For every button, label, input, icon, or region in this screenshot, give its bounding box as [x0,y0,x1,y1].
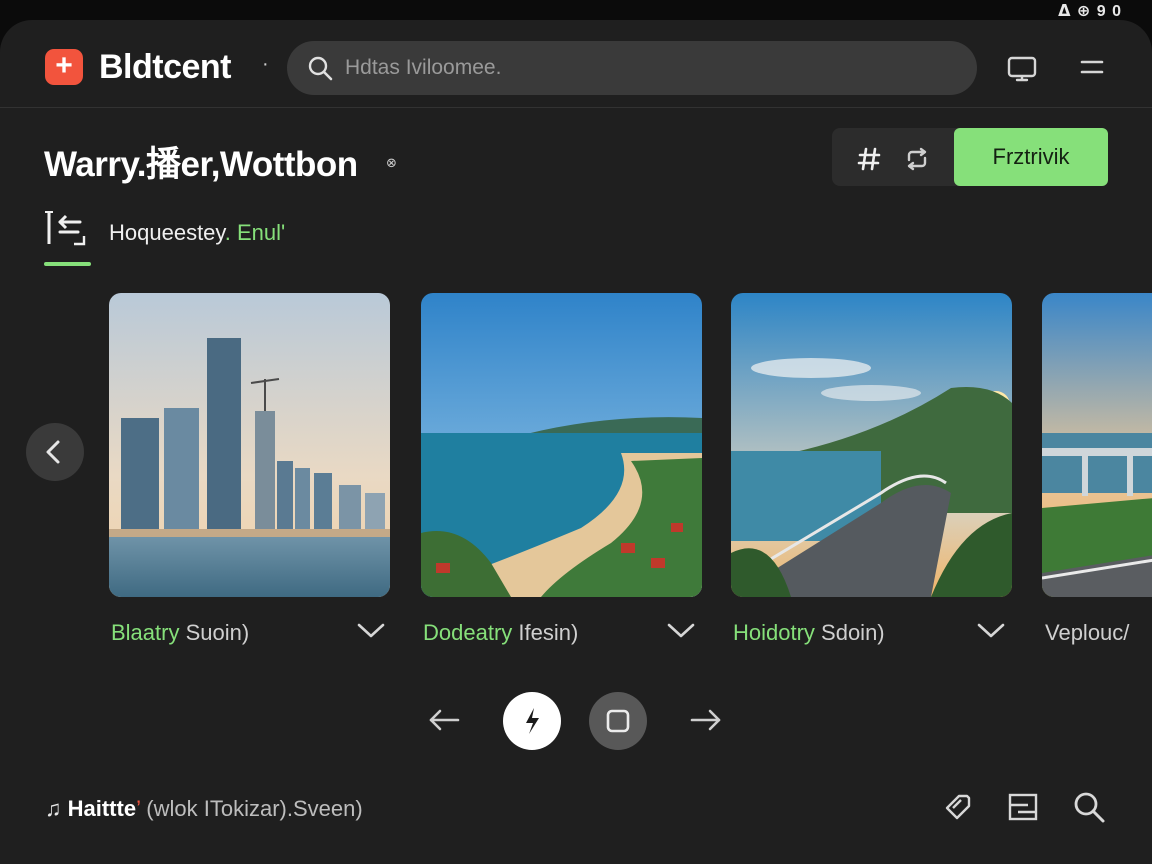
chevron-down-icon[interactable] [356,620,386,642]
music-note-icon: ♫ [45,796,62,821]
status-icons: ᐃ ⊕ 9 0 [1058,3,1122,20]
pager-square-button[interactable] [589,692,647,750]
city-skyline-photo [109,293,390,597]
hashtag-icon[interactable] [856,146,882,172]
square-icon [606,709,630,733]
search-icon [308,56,333,81]
search-icon[interactable] [1072,790,1106,824]
brand-separator: · [262,53,269,75]
destination-card-bridge[interactable] [1042,293,1152,597]
chevron-down-icon[interactable] [666,620,696,642]
repeat-icon[interactable] [904,146,930,172]
coastal-road-photo [731,293,1012,597]
tab-active-indicator [44,262,91,266]
card-title[interactable]: Blaatry Suoin) [111,620,249,646]
card-title[interactable]: Dodeatry Ifesin) [423,620,578,646]
carousel-prev-button[interactable] [26,423,84,481]
destination-card-city[interactable] [109,293,390,597]
app-panel: + Bldtcent · Warry.播er,Wottbon ⊗ [0,20,1152,864]
menu-icon[interactable] [1076,52,1108,84]
search-bar[interactable] [287,41,977,95]
layout-panel-icon[interactable] [1006,790,1040,824]
edit-tag-icon[interactable] [941,790,975,824]
tab-label: Hoqueestey. Enul' [109,220,286,245]
search-input[interactable] [345,41,945,95]
app-header: + Bldtcent · [0,20,1152,108]
card-title[interactable]: Veplouc/ [1045,620,1129,646]
card-title[interactable]: Hoidotry Sdoin) [733,620,885,646]
chevron-left-icon [46,440,60,464]
chevron-down-icon[interactable] [976,620,1006,642]
bridge-sunset-photo [1042,293,1152,597]
destination-card-beach[interactable] [421,293,702,597]
title-info-icon[interactable]: ⊗ [386,155,397,171]
pager-active-button[interactable] [503,692,561,750]
arrow-left-icon[interactable] [427,706,461,734]
beach-bay-photo [421,293,702,597]
footer-note: ♫ Haittte’ (wlok ITokizar).Sveen) [45,796,363,821]
primary-action-button[interactable]: Frztrivik [954,128,1108,186]
destination-card-coastal-road[interactable] [731,293,1012,597]
arrow-right-icon[interactable] [689,706,723,734]
action-toolbar: Frztrivik [832,128,1108,186]
cast-screen-icon[interactable] [1006,52,1038,84]
swap-filter-icon [45,211,86,246]
bolt-icon [526,708,539,734]
plus-logo-icon[interactable]: + [45,49,83,85]
system-status-bar: ᐃ ⊕ 9 0 [0,0,1152,22]
page-title: Warry.播er,Wottbon [44,145,358,184]
app-name: Bldtcent [99,48,232,86]
